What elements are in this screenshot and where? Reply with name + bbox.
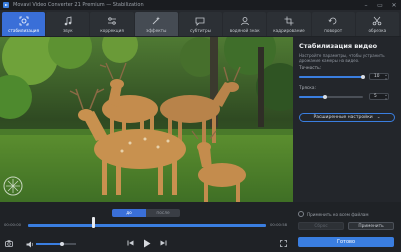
- maximize-button[interactable]: ▭: [373, 0, 387, 10]
- skip-forward-icon: [160, 240, 166, 246]
- window-controls: – ▭ ✕: [359, 0, 401, 10]
- camera-icon: [5, 239, 13, 247]
- minimize-button[interactable]: –: [359, 0, 373, 10]
- snapshot-button[interactable]: [4, 238, 14, 248]
- advanced-settings-button[interactable]: Расширенные настройки ⌄: [299, 113, 395, 122]
- tab-label: кадрирование: [273, 27, 305, 33]
- play-icon: [144, 239, 151, 247]
- done-button[interactable]: Готово: [298, 237, 394, 247]
- speech-bubble-icon: [196, 17, 205, 26]
- tab-watermark[interactable]: водяной знак: [223, 12, 267, 36]
- before-after-toggle: до после: [112, 209, 180, 217]
- shakiness-slider-knob[interactable]: [323, 95, 327, 99]
- crop-icon: [284, 16, 294, 26]
- previous-frame-button[interactable]: [125, 238, 135, 248]
- after-toggle-button[interactable]: после: [146, 209, 180, 217]
- video-preview: [0, 37, 293, 202]
- stabilize-icon: [19, 16, 29, 26]
- tab-correction[interactable]: коррекция: [90, 12, 134, 36]
- tab-label: поворот: [324, 27, 343, 33]
- tab-label: водяной знак: [229, 27, 260, 33]
- before-toggle-button[interactable]: до: [112, 209, 146, 217]
- tab-label: обрезка: [368, 27, 387, 33]
- tab-label: коррекция: [100, 27, 124, 33]
- volume-slider-knob[interactable]: [60, 242, 64, 246]
- tab-crop[interactable]: кадрирование: [267, 12, 311, 36]
- app-logo-icon: [3, 2, 9, 8]
- watermark-person-icon: [240, 17, 249, 26]
- tab-label: субтитры: [190, 27, 211, 33]
- title-bar: Movavi Video Converter 21 Premium — Stab…: [0, 0, 401, 10]
- magic-wand-icon: [152, 16, 161, 25]
- tab-subtitles[interactable]: субтитры: [178, 12, 223, 36]
- play-button[interactable]: [141, 237, 153, 249]
- time-start: 00:00:00: [4, 222, 22, 227]
- apply-to-all-option[interactable]: Применить ко всем файлам: [298, 211, 369, 217]
- volume-slider[interactable]: [36, 242, 76, 246]
- accuracy-slider[interactable]: [299, 75, 365, 79]
- tab-trim[interactable]: обрезка: [355, 12, 399, 36]
- stabilization-overlay-icon: [3, 176, 23, 196]
- apply-to-all-label: Применить ко всем файлам: [307, 211, 369, 217]
- time-end: 00:00:58: [270, 222, 288, 227]
- apply-button[interactable]: Применить: [348, 222, 394, 230]
- panel-description: Настройте параметры, чтобы устранить дро…: [299, 53, 385, 63]
- settings-panel: Стабилизация видео Настройте параметры, …: [293, 37, 401, 202]
- tab-effects[interactable]: эффекты: [134, 12, 178, 36]
- accuracy-spinbox[interactable]: 10: [369, 73, 389, 81]
- reset-button[interactable]: Сброс: [298, 222, 344, 230]
- panel-title: Стабилизация видео: [299, 42, 378, 50]
- tab-label: стабилизация: [8, 27, 40, 33]
- tab-rotate[interactable]: поворот: [311, 12, 355, 36]
- fullscreen-button[interactable]: [278, 238, 288, 248]
- timeline[interactable]: [28, 224, 266, 227]
- accuracy-label: Точность:: [299, 66, 322, 71]
- adjust-sliders-icon: [108, 17, 117, 25]
- volume-button[interactable]: [25, 239, 35, 249]
- accuracy-slider-knob[interactable]: [361, 75, 365, 79]
- tab-label: эффекты: [146, 27, 167, 33]
- tab-audio[interactable]: звук: [46, 12, 90, 36]
- tab-label: звук: [62, 27, 73, 33]
- window-title: Movavi Video Converter 21 Premium — Stab…: [13, 2, 144, 8]
- music-note-icon: [64, 16, 72, 26]
- scissors-icon: [373, 16, 382, 26]
- advanced-settings-label: Расширенные настройки: [313, 115, 373, 120]
- tab-stabilization[interactable]: стабилизация: [2, 12, 46, 36]
- fullscreen-icon: [279, 239, 287, 247]
- shakiness-label: Тряска:: [299, 86, 316, 91]
- shakiness-spinbox[interactable]: 5: [369, 93, 389, 101]
- playhead-handle[interactable]: [92, 217, 95, 228]
- tool-tabs: стабилизация звук коррекция эффекты субт…: [0, 10, 401, 36]
- next-frame-button[interactable]: [158, 238, 168, 248]
- shakiness-slider[interactable]: [299, 95, 363, 99]
- speaker-icon: [26, 241, 33, 247]
- bottom-bar: до после 00:00:00 00:00:58 Применить ко …: [0, 202, 401, 252]
- video-frame-image: [0, 37, 293, 202]
- apply-to-all-radio[interactable]: [298, 211, 304, 217]
- rotate-icon: [328, 17, 337, 25]
- close-button[interactable]: ✕: [387, 0, 401, 10]
- skip-back-icon: [127, 240, 133, 246]
- chevron-down-icon: ⌄: [376, 115, 381, 120]
